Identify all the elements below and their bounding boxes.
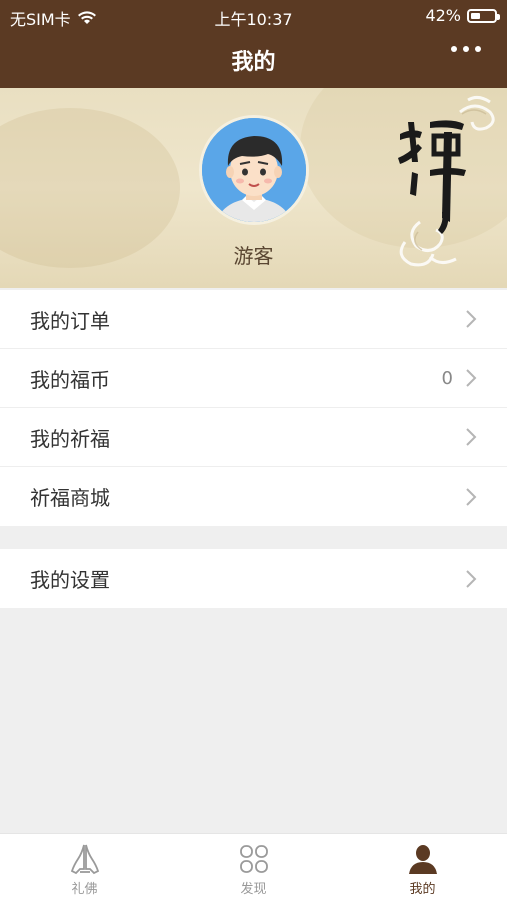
chevron-right-icon xyxy=(466,310,477,328)
tab-mine[interactable]: 我的 xyxy=(338,834,507,900)
menu-item-label: 我的福币 xyxy=(30,367,110,392)
tab-label: 礼佛 xyxy=(71,882,98,897)
profile-name: 游客 xyxy=(233,244,274,268)
tab-label: 我的 xyxy=(409,882,436,897)
menu-item-label: 我的祈福 xyxy=(30,426,110,451)
user-icon xyxy=(408,845,437,874)
tab-discover[interactable]: 发现 xyxy=(169,834,338,900)
praying-hands-icon xyxy=(70,844,99,875)
chevron-right-icon xyxy=(466,569,477,588)
chevron-right-icon xyxy=(466,369,477,387)
top-bar: 无SIM卡 上午10:37 42% 我的 xyxy=(0,0,507,88)
menu-item-label: 我的设置 xyxy=(30,568,110,592)
dot-icon xyxy=(475,46,481,52)
menu-item-settings[interactable]: 我的设置 xyxy=(0,549,507,608)
menu-item-orders[interactable]: 我的订单 xyxy=(0,290,507,349)
tab-worship[interactable]: 礼佛 xyxy=(0,834,169,900)
user-avatar-illustration xyxy=(202,118,306,222)
chevron-right-icon xyxy=(466,428,477,446)
more-options-button[interactable] xyxy=(451,46,481,52)
status-bar: 无SIM卡 上午10:37 42% xyxy=(0,0,507,30)
menu-item-blessings[interactable]: 我的祈福 xyxy=(0,408,507,467)
coin-count: 0 xyxy=(441,367,453,389)
discover-icon xyxy=(239,845,268,873)
battery-percent: 42% xyxy=(425,6,461,25)
battery-status: 42% xyxy=(425,6,500,25)
dot-icon xyxy=(463,46,469,52)
tab-label: 发现 xyxy=(240,882,267,897)
bottom-tab-bar: 礼佛 发现 我的 xyxy=(0,833,507,900)
menu-group-primary: 我的订单 我的福币 0 我的祈福 祈福商城 xyxy=(0,290,507,526)
battery-icon xyxy=(467,8,500,23)
avatar[interactable] xyxy=(199,115,309,225)
page-title: 我的 xyxy=(231,50,276,75)
menu-group-secondary: 我的设置 xyxy=(0,549,507,608)
dot-icon xyxy=(451,46,457,52)
menu-item-coins[interactable]: 我的福币 0 xyxy=(0,349,507,408)
menu-item-shop[interactable]: 祈福商城 xyxy=(0,467,507,526)
chevron-right-icon xyxy=(466,487,477,506)
menu-item-label: 祈福商城 xyxy=(30,486,110,510)
menu-item-label: 我的订单 xyxy=(30,308,110,333)
